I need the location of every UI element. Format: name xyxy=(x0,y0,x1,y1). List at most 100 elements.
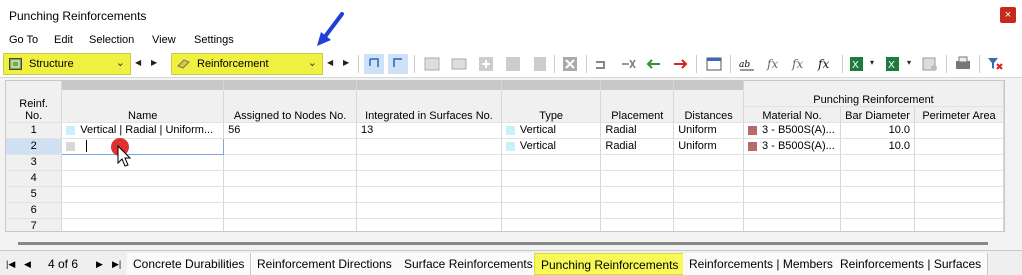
cell-placement[interactable]: Radial xyxy=(600,122,675,139)
cell-perimeter-area[interactable] xyxy=(914,122,1004,139)
cell-name[interactable] xyxy=(61,137,225,155)
dropdown-arrow-icon[interactable]: ▾ xyxy=(870,58,874,67)
cell-distances[interactable] xyxy=(673,202,745,219)
copy-icon[interactable] xyxy=(530,54,550,74)
cell-placement[interactable] xyxy=(600,186,675,203)
tab-punching-reinforcements[interactable]: Punching Reinforcements xyxy=(534,253,686,275)
window-icon[interactable] xyxy=(704,54,724,74)
structure-combo[interactable]: Structure ⌄ xyxy=(3,53,131,75)
cell-distances[interactable] xyxy=(673,218,745,231)
tab-reinforcements-surfaces[interactable]: Reinforcements | Surfaces xyxy=(834,253,989,275)
table-row[interactable]: 6 xyxy=(6,202,1004,219)
row-number[interactable]: 3 xyxy=(6,154,63,171)
cell-perimeter-area[interactable] xyxy=(914,186,1004,203)
tab-surface-reinforcements[interactable]: Surface Reinforcements xyxy=(398,253,540,275)
table-row[interactable]: 1 Vertical | Radial | Uniform... 56 13 Verti… xyxy=(6,122,1004,139)
import-arrow-icon[interactable] xyxy=(644,54,664,74)
cell-surfaces[interactable] xyxy=(356,202,502,219)
table-row[interactable]: 2 Vertical Radial Uniform 3 - B500S(A)... 10.… xyxy=(6,137,1004,155)
table-row[interactable]: 7 xyxy=(6,218,1004,231)
cell-perimeter-area[interactable] xyxy=(914,218,1004,231)
cell-nodes[interactable] xyxy=(223,202,358,219)
cell-bar-diameter[interactable] xyxy=(840,170,915,187)
formula-remove-icon[interactable]: fx xyxy=(790,54,810,74)
header-distances[interactable]: Distances xyxy=(673,90,745,123)
cell-placement[interactable] xyxy=(600,154,675,171)
cell-placement[interactable] xyxy=(600,202,675,219)
cell-bar-diameter[interactable]: 10.0 xyxy=(840,122,915,139)
last-page-icon[interactable]: ▶| xyxy=(112,259,121,270)
menu-view[interactable]: View xyxy=(152,34,176,46)
cell-type[interactable] xyxy=(501,170,602,187)
unlink-icon[interactable] xyxy=(618,54,638,74)
select-icon[interactable] xyxy=(364,54,384,74)
cell-material[interactable] xyxy=(743,154,842,171)
tab-reinforcement-directions[interactable]: Reinforcement Directions xyxy=(251,253,399,275)
cell-material[interactable] xyxy=(743,170,842,187)
horizontal-scrollbar[interactable] xyxy=(18,238,1004,248)
cell-type[interactable] xyxy=(501,186,602,203)
next-arrow-icon[interactable]: ▶ xyxy=(343,58,349,67)
print-icon[interactable] xyxy=(953,54,973,74)
cell-surfaces[interactable] xyxy=(356,186,502,203)
dropdown-arrow-icon[interactable]: ▾ xyxy=(907,58,911,67)
next-page-icon[interactable]: ▶ xyxy=(96,259,103,270)
header-surfaces[interactable]: Integrated in Surfaces No. xyxy=(356,90,502,123)
row-number[interactable]: 5 xyxy=(6,186,63,203)
cell-distances[interactable]: Uniform xyxy=(673,138,745,155)
select-all-icon[interactable] xyxy=(388,54,408,74)
cell-name[interactable] xyxy=(61,170,225,187)
first-page-icon[interactable]: |◀ xyxy=(6,259,15,270)
formula-edit-icon[interactable]: fx xyxy=(816,54,836,74)
cell-material[interactable] xyxy=(743,186,842,203)
row-number[interactable]: 7 xyxy=(6,218,63,231)
delete-icon[interactable] xyxy=(560,54,580,74)
cell-material[interactable]: 3 - B500S(A)... xyxy=(743,138,842,155)
scrollbar-thumb[interactable] xyxy=(18,242,988,245)
cell-bar-diameter[interactable]: 10.0 xyxy=(840,138,915,155)
add-icon[interactable] xyxy=(476,54,496,74)
header-name[interactable]: Name xyxy=(61,90,225,123)
cell-bar-diameter[interactable] xyxy=(840,154,915,171)
cell-perimeter-area[interactable] xyxy=(914,154,1004,171)
cell-nodes[interactable]: 56 xyxy=(223,122,358,139)
cell-surfaces[interactable] xyxy=(356,170,502,187)
cell-type[interactable] xyxy=(501,154,602,171)
cell-name[interactable]: Vertical | Radial | Uniform... xyxy=(61,122,225,139)
cell-perimeter-area[interactable] xyxy=(914,138,1004,155)
cell-type[interactable] xyxy=(501,218,602,231)
cell-bar-diameter[interactable] xyxy=(840,218,915,231)
export-arrow-icon[interactable] xyxy=(670,54,690,74)
tab-concrete-durabilities[interactable]: Concrete Durabilities xyxy=(127,253,252,275)
filter-icon[interactable] xyxy=(985,54,1005,74)
close-button[interactable]: × xyxy=(1000,7,1016,23)
row-number[interactable]: 4 xyxy=(6,170,63,187)
link-icon[interactable] xyxy=(592,54,612,74)
cell-surfaces[interactable] xyxy=(356,218,502,231)
header-type[interactable]: Type xyxy=(501,90,602,123)
cell-name[interactable] xyxy=(61,218,225,231)
cell-distances[interactable] xyxy=(673,154,745,171)
cell-perimeter-area[interactable] xyxy=(914,202,1004,219)
excel-export-icon[interactable]: X xyxy=(848,54,868,74)
table-row[interactable]: 4 xyxy=(6,170,1004,187)
grid-icon[interactable] xyxy=(503,54,523,74)
settings-icon[interactable] xyxy=(920,54,940,74)
next-arrow-icon[interactable]: ▶ xyxy=(151,58,157,67)
header-perimeter-area[interactable]: Perimeter Area xyxy=(914,106,1004,123)
header-material[interactable]: Material No. xyxy=(743,106,842,123)
row-number[interactable]: 6 xyxy=(6,202,63,219)
insert-row-icon[interactable] xyxy=(449,54,469,74)
cell-name[interactable] xyxy=(61,186,225,203)
row-number[interactable]: 1 xyxy=(6,122,63,139)
tab-reinforcements-members[interactable]: Reinforcements | Members xyxy=(683,253,840,275)
excel-import-icon[interactable]: X xyxy=(884,54,904,74)
cell-material[interactable] xyxy=(743,218,842,231)
table-row[interactable]: 3 xyxy=(6,154,1004,171)
cell-surfaces[interactable] xyxy=(356,138,502,155)
reinforcement-combo[interactable]: Reinforcement ⌄ xyxy=(171,53,323,75)
cell-distances[interactable] xyxy=(673,186,745,203)
header-bar-diameter[interactable]: Bar Diameter xyxy=(840,106,915,123)
menu-goto[interactable]: Go To xyxy=(9,34,38,46)
cell-distances[interactable] xyxy=(673,170,745,187)
